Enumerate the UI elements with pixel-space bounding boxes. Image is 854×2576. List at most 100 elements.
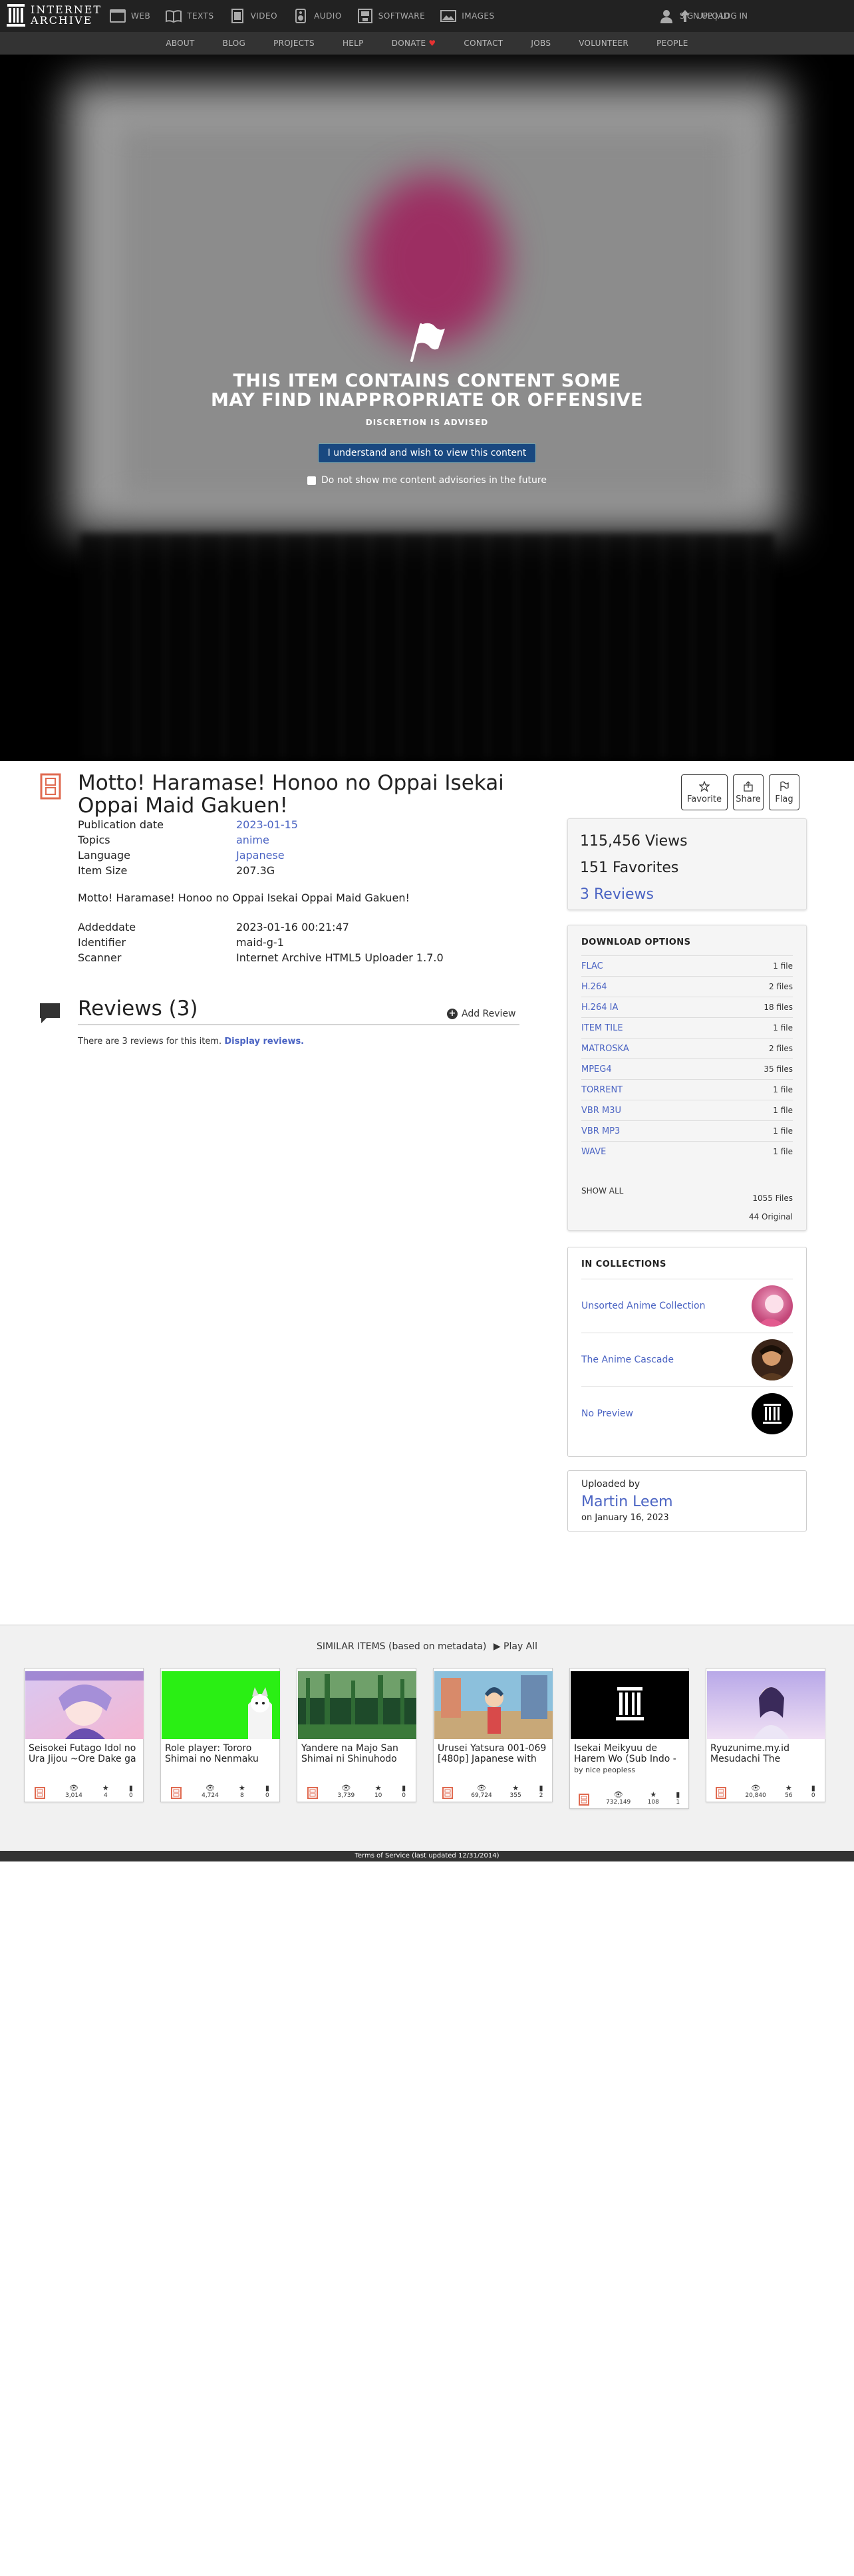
subnav-jobs[interactable]: JOBS (531, 39, 551, 48)
show-all-link[interactable]: SHOW ALL (581, 1186, 623, 1196)
item-title[interactable]: Yandere na Majo San Shimai ni Shinuhodo (301, 1743, 413, 1764)
download-file-count: 1 file (773, 1085, 793, 1094)
download-row[interactable]: MPEG4 35 files (581, 1058, 793, 1079)
subnav-contact[interactable]: CONTACT (464, 39, 503, 48)
download-format-link[interactable]: VBR M3U (581, 1106, 621, 1116)
item-title[interactable]: Ryuzunime.my.id Mesudachi The (710, 1743, 822, 1764)
download-format-link[interactable]: FLAC (581, 961, 603, 971)
film-icon (307, 1787, 318, 1799)
collection-item[interactable]: Unsorted Anime Collection (581, 1279, 793, 1333)
nav-images[interactable]: IMAGES (440, 8, 494, 24)
language-link[interactable]: Japanese (236, 848, 285, 863)
internet-archive-logo[interactable]: INTERNET ARCHIVE (7, 4, 102, 27)
publication-date-link[interactable]: 2023-01-15 (236, 817, 298, 832)
collection-thumbnail[interactable] (752, 1393, 793, 1434)
download-format-link[interactable]: ITEM TILE (581, 1023, 623, 1033)
share-button[interactable]: Share (733, 774, 764, 810)
download-row[interactable]: VBR M3U 1 file (581, 1100, 793, 1120)
similar-item-card[interactable]: Role player: Tororo Shimai no Nenmaku 👁 4… (160, 1668, 280, 1802)
subnav-projects[interactable]: PROJECTS (273, 39, 315, 48)
similar-item-card[interactable]: Yandere na Majo San Shimai ni Shinuhodo … (297, 1668, 416, 1802)
download-row[interactable]: H.264 2 files (581, 976, 793, 997)
item-title[interactable]: Urusei Yatsura 001-069 [480p] Japanese w… (438, 1743, 549, 1764)
download-format-link[interactable]: H.264 (581, 982, 607, 992)
download-row[interactable]: FLAC 1 file (581, 955, 793, 976)
item-title[interactable]: Role player: Tororo Shimai no Nenmaku (165, 1743, 277, 1764)
collection-item[interactable]: The Anime Cascade (581, 1333, 793, 1386)
topic-link[interactable]: anime (236, 832, 269, 848)
upload-arrow-icon (680, 10, 690, 22)
download-format-link[interactable]: MATROSKA (581, 1044, 629, 1054)
item-thumbnail[interactable] (298, 1671, 416, 1739)
no-advisory-label: Do not show me content advisories in the… (321, 475, 547, 486)
download-row[interactable]: MATROSKA 2 files (581, 1038, 793, 1058)
subnav-people[interactable]: PEOPLE (656, 39, 688, 48)
media-nav: WEB TEXTS VIDEO AUDIO SOFTWARE IMAGES (109, 0, 509, 32)
subnav-help[interactable]: HELP (343, 39, 364, 48)
add-review-button[interactable]: + Add Review (447, 1009, 516, 1019)
eye-icon: 👁 (476, 1784, 486, 1792)
item-title[interactable]: Seisokei Futago Idol no Ura Jijou ~Ore D… (29, 1743, 140, 1764)
no-advisory-checkbox[interactable] (307, 476, 317, 485)
upload-date: on January 16, 2023 (581, 1513, 669, 1523)
item-thumbnail[interactable] (571, 1671, 689, 1739)
download-row[interactable]: ITEM TILE 1 file (581, 1017, 793, 1038)
play-all-button[interactable]: ▶ Play All (494, 1641, 537, 1652)
item-stats: 👁 732,149 ★ 108 ▮ 1 (570, 1791, 688, 1806)
similar-item-card[interactable]: Ryuzunime.my.id Mesudachi The 👁 20,840 ★ 5… (706, 1668, 825, 1802)
download-row[interactable]: TORRENT 1 file (581, 1079, 793, 1100)
item-thumbnail[interactable] (162, 1671, 280, 1739)
subnav-blog[interactable]: BLOG (223, 39, 245, 48)
star-icon: ★ (650, 1790, 657, 1799)
flag-button[interactable]: Flag (769, 774, 799, 810)
download-row[interactable]: WAVE 1 file (581, 1141, 793, 1162)
download-format-link[interactable]: H.264 IA (581, 1003, 618, 1013)
collection-thumbnail[interactable] (752, 1339, 793, 1380)
item-title: Motto! Haramase! Honoo no Oppai Isekai O… (78, 771, 504, 818)
nav-web[interactable]: WEB (109, 8, 150, 24)
similar-item-card[interactable]: Seisokei Futago Idol no Ura Jijou ~Ore D… (24, 1668, 144, 1802)
footer-terms[interactable]: Terms of Service (last updated 12/31/201… (0, 1851, 854, 1861)
comment-icon: ▮ (402, 1784, 406, 1792)
download-format-link[interactable]: WAVE (581, 1147, 606, 1157)
download-format-link[interactable]: VBR MP3 (581, 1126, 620, 1136)
item-stats: 115,456 Views 151 Favorites 3 Reviews (567, 818, 807, 910)
download-row[interactable]: H.264 IA 18 files (581, 997, 793, 1017)
subnav-volunteer[interactable]: VOLUNTEER (579, 39, 629, 48)
item-thumbnail[interactable] (25, 1671, 144, 1739)
collection-link[interactable]: The Anime Cascade (581, 1355, 674, 1365)
subnav-about[interactable]: ABOUT (166, 39, 194, 48)
collection-link[interactable]: Unsorted Anime Collection (581, 1301, 705, 1311)
upload-link[interactable]: UPLOAD (678, 0, 730, 32)
item-description: Motto! Haramase! Honoo no Oppai Isekai O… (78, 891, 410, 904)
subnav-donate[interactable]: DONATE ♥ (392, 39, 436, 48)
nav-video[interactable]: VIDEO (229, 8, 278, 24)
eye-icon: 👁 (613, 1790, 623, 1799)
collection-link[interactable]: No Preview (581, 1408, 633, 1419)
texts-icon (166, 10, 182, 23)
reviews-count-link[interactable]: 3 Reviews (580, 886, 654, 903)
collection-item[interactable]: No Preview (581, 1386, 793, 1440)
display-reviews-link[interactable]: Display reviews. (224, 1037, 304, 1046)
star-icon: ★ (374, 1784, 382, 1792)
item-thumbnail[interactable] (707, 1671, 825, 1739)
favorites-count: 151 Favorites (580, 860, 679, 876)
nav-software[interactable]: SOFTWARE (356, 8, 425, 24)
favorite-button[interactable]: Favorite (681, 774, 728, 810)
item-title[interactable]: Isekai Meikyuu de Harem Wo (Sub Indo - (574, 1743, 686, 1764)
meta-row-scanner: Scanner Internet Archive HTML5 Uploader … (78, 951, 444, 964)
view-content-button[interactable]: I understand and wish to view this conte… (317, 443, 537, 463)
nav-texts[interactable]: TEXTS (165, 8, 214, 24)
download-format-link[interactable]: TORRENT (581, 1085, 623, 1095)
uploader-link[interactable]: Martin Leem (581, 1494, 793, 1510)
nav-audio[interactable]: AUDIO (292, 8, 342, 24)
item-stats: 👁 69,724 ★ 355 ▮ 2 (434, 1784, 552, 1799)
item-thumbnail[interactable] (434, 1671, 553, 1739)
download-row[interactable]: VBR MP3 1 file (581, 1120, 793, 1141)
similar-item-card[interactable]: Isekai Meikyuu de Harem Wo (Sub Indo - b… (569, 1668, 689, 1809)
collection-thumbnail[interactable] (752, 1285, 793, 1327)
audio-icon (295, 9, 307, 23)
similar-item-card[interactable]: Urusei Yatsura 001-069 [480p] Japanese w… (433, 1668, 553, 1802)
heart-icon: ♥ (428, 39, 436, 48)
download-format-link[interactable]: MPEG4 (581, 1064, 612, 1074)
